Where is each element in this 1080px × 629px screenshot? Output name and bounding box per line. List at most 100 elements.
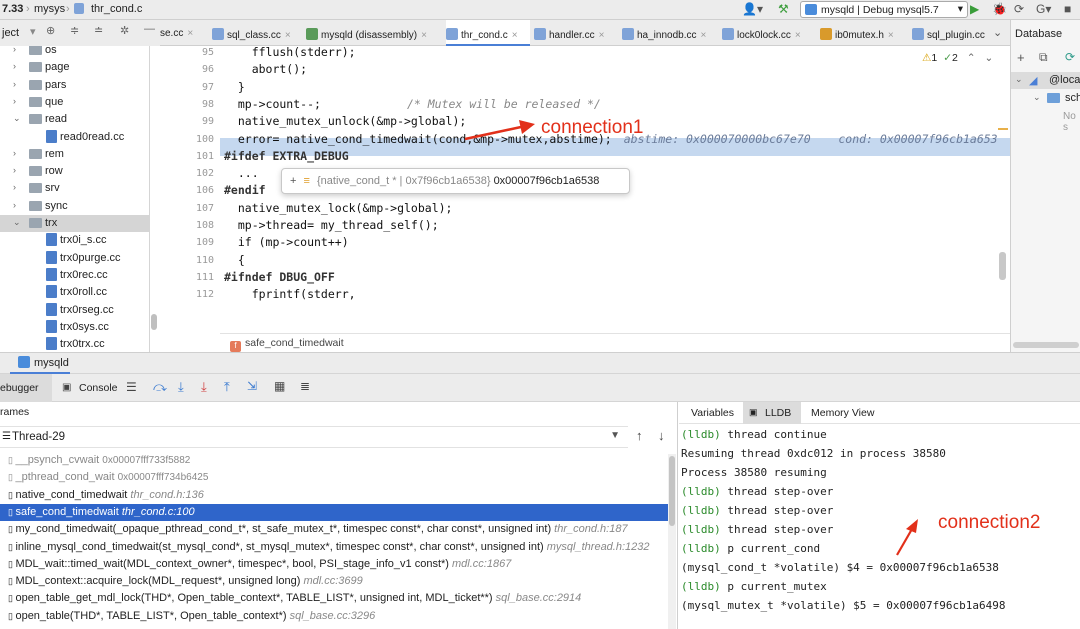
tab-debugger[interactable]: ebugger <box>0 382 39 394</box>
code-line[interactable]: } <box>224 80 245 94</box>
code-line[interactable]: native_mutex_unlock(&mp->global); <box>224 114 466 128</box>
stack-frame[interactable]: ▯ _pthread_cond_wait 0x00007fff734b6425 <box>0 469 668 486</box>
add-icon[interactable]: + <box>1017 50 1025 65</box>
breadcrumb-file[interactable]: thr_cond.c <box>91 3 142 15</box>
line-number[interactable]: 100 <box>174 134 214 145</box>
expand-icon[interactable]: ≐ <box>94 24 103 37</box>
tree-file[interactable]: trx0sys.cc <box>0 319 149 336</box>
line-number[interactable]: 110 <box>174 255 214 266</box>
tree-file[interactable]: trx0rec.cc <box>0 267 149 284</box>
line-number[interactable]: 108 <box>174 220 214 231</box>
debug-icon[interactable]: 🐞 <box>992 2 1007 16</box>
error-stripe-mark[interactable] <box>998 128 1008 130</box>
chevron-right-icon[interactable]: › <box>13 182 16 192</box>
line-number[interactable]: 99 <box>174 116 214 127</box>
hide-icon[interactable]: — <box>144 23 155 35</box>
line-number[interactable]: 109 <box>174 237 214 248</box>
line-number[interactable]: 111 <box>174 272 214 283</box>
editor-scrollbar[interactable] <box>999 252 1006 280</box>
chevron-right-icon[interactable]: › <box>13 96 16 106</box>
code-line[interactable]: mp->count--; /* Mutex will be released */ <box>224 97 601 111</box>
step-over-icon[interactable]: ⤼ <box>153 379 167 395</box>
stack-frame[interactable]: ▯ safe_cond_timedwait thr_cond.c:100 <box>0 503 668 521</box>
tree-folder[interactable]: › os <box>0 46 149 59</box>
chevron-right-icon[interactable]: › <box>13 200 16 210</box>
code-line[interactable]: { <box>224 253 245 267</box>
stack-frame[interactable]: ▯ my_cond_timedwait(_opaque_pthread_cond… <box>0 521 668 538</box>
line-number[interactable]: 106 <box>174 185 214 196</box>
evaluate-icon[interactable]: ▦ <box>274 379 285 393</box>
tree-folder[interactable]: › pars <box>0 77 149 94</box>
close-icon[interactable]: × <box>512 30 518 41</box>
user-icon[interactable]: 👤▾ <box>742 2 763 16</box>
line-number[interactable]: 112 <box>174 289 214 300</box>
value-tooltip[interactable]: + ≡ {native_cond_t * | 0x7f96cb1a6538} 0… <box>281 168 630 194</box>
chevron-down-icon[interactable]: ⌄ <box>985 52 994 64</box>
line-number[interactable]: 107 <box>174 203 214 214</box>
code-line[interactable]: fprintf(stderr, <box>224 287 356 301</box>
thread-select[interactable]: ☰ Thread-29 ▼ <box>0 426 628 448</box>
stack-frame[interactable]: ▯ MDL_wait::timed_wait(MDL_context_owner… <box>0 556 668 573</box>
code-line[interactable]: #endif <box>224 183 266 197</box>
tree-folder[interactable]: › que <box>0 94 149 111</box>
close-icon[interactable]: × <box>599 30 605 41</box>
stack-frame[interactable]: ▯ open_table(THD*, TABLE_LIST*, Open_tab… <box>0 608 668 625</box>
tree-folder[interactable]: › rem <box>0 146 149 163</box>
line-number[interactable]: 95 <box>174 47 214 58</box>
line-number[interactable]: 101 <box>174 151 214 162</box>
profile-icon[interactable]: ⟳ <box>1014 2 1024 16</box>
chevron-right-icon[interactable]: › <box>13 61 16 71</box>
close-icon[interactable]: × <box>187 28 193 39</box>
line-number[interactable]: 97 <box>174 82 214 93</box>
step-into-icon[interactable]: ⤓ <box>178 379 184 395</box>
stack-frame[interactable]: ▯ inline_mysql_cond_timedwait(st_mysql_c… <box>0 539 668 556</box>
code-editor[interactable]: fflush(stderr); abort(); } mp->count--; /… <box>220 46 1010 352</box>
collapse-icon[interactable]: ≑ <box>70 24 79 37</box>
stack-frame[interactable]: ▯ __psynch_cvwait 0x00007fff733f5882 <box>0 452 668 469</box>
tab-disassembly[interactable]: mysqld (disassembly) × <box>306 20 446 46</box>
breadcrumb-mysys[interactable]: mysys <box>34 3 65 15</box>
tab-console[interactable]: Console <box>79 382 118 394</box>
step-out-icon[interactable]: ⤒ <box>224 379 230 395</box>
code-line[interactable]: mp->thread= my_thread_self(); <box>224 218 439 232</box>
close-icon[interactable]: × <box>701 30 707 41</box>
run-to-cursor-icon[interactable]: ⇲ <box>247 379 257 393</box>
line-number[interactable]: 96 <box>174 64 214 75</box>
run-panel-title[interactable]: mysqld <box>34 357 69 369</box>
hammer-icon[interactable]: ⚒ <box>778 2 789 16</box>
tab-handler[interactable]: handler.cc × <box>534 20 620 46</box>
code-line[interactable]: if (mp->count++) <box>224 235 349 249</box>
inspection-widget[interactable]: ⚠1 ✓2 ⌃ ⌄ <box>922 52 993 64</box>
run-icon[interactable]: ▶ <box>970 2 979 16</box>
tree-file[interactable]: trx0purge.cc <box>0 250 149 267</box>
tab-ha-innodb[interactable]: ha_innodb.cc × <box>622 20 720 46</box>
code-line[interactable]: fflush(stderr); <box>224 46 356 59</box>
tree-folder[interactable]: › page <box>0 59 149 76</box>
menu-icon[interactable]: ☰ <box>126 380 137 394</box>
code-line[interactable]: native_mutex_lock(&mp->global); <box>224 201 453 215</box>
chevron-right-icon[interactable]: › <box>13 79 16 89</box>
chevron-right-icon[interactable]: › <box>13 46 16 54</box>
tree-folder[interactable]: › srv <box>0 180 149 197</box>
database-root-row[interactable]: ⌄ ◢ @loca <box>1011 72 1080 89</box>
chevron-down-icon[interactable]: ⌄ <box>13 113 21 124</box>
chevron-up-icon[interactable]: ⌃ <box>967 52 976 64</box>
code-line[interactable]: #ifdef EXTRA_DEBUG <box>224 149 349 163</box>
close-icon[interactable]: × <box>285 30 291 41</box>
stack-frame[interactable]: ▯ native_cond_timedwait thr_cond.h:136 <box>0 487 668 504</box>
tree-folder[interactable]: › sync <box>0 198 149 215</box>
tab-thr-cond[interactable]: thr_cond.c × <box>446 20 530 46</box>
coverage-icon[interactable]: G▾ <box>1036 2 1051 16</box>
layout-icon[interactable]: ≣ <box>300 379 310 393</box>
tree-scrollbar[interactable] <box>151 314 157 330</box>
close-icon[interactable]: × <box>888 30 894 41</box>
tree-file[interactable]: read0read.cc <box>0 129 149 146</box>
close-icon[interactable]: × <box>421 30 427 41</box>
target-icon[interactable]: ⊕ <box>46 24 55 37</box>
tree-file[interactable]: trx0roll.cc <box>0 284 149 301</box>
tab-sql-class[interactable]: sql_class.cc × <box>212 20 302 46</box>
line-number[interactable]: 102 <box>174 168 214 179</box>
tree-file[interactable]: trx0trx.cc <box>0 336 149 352</box>
tab-lock0lock[interactable]: lock0lock.cc × <box>722 20 818 46</box>
code-line[interactable]: ... <box>224 166 259 180</box>
